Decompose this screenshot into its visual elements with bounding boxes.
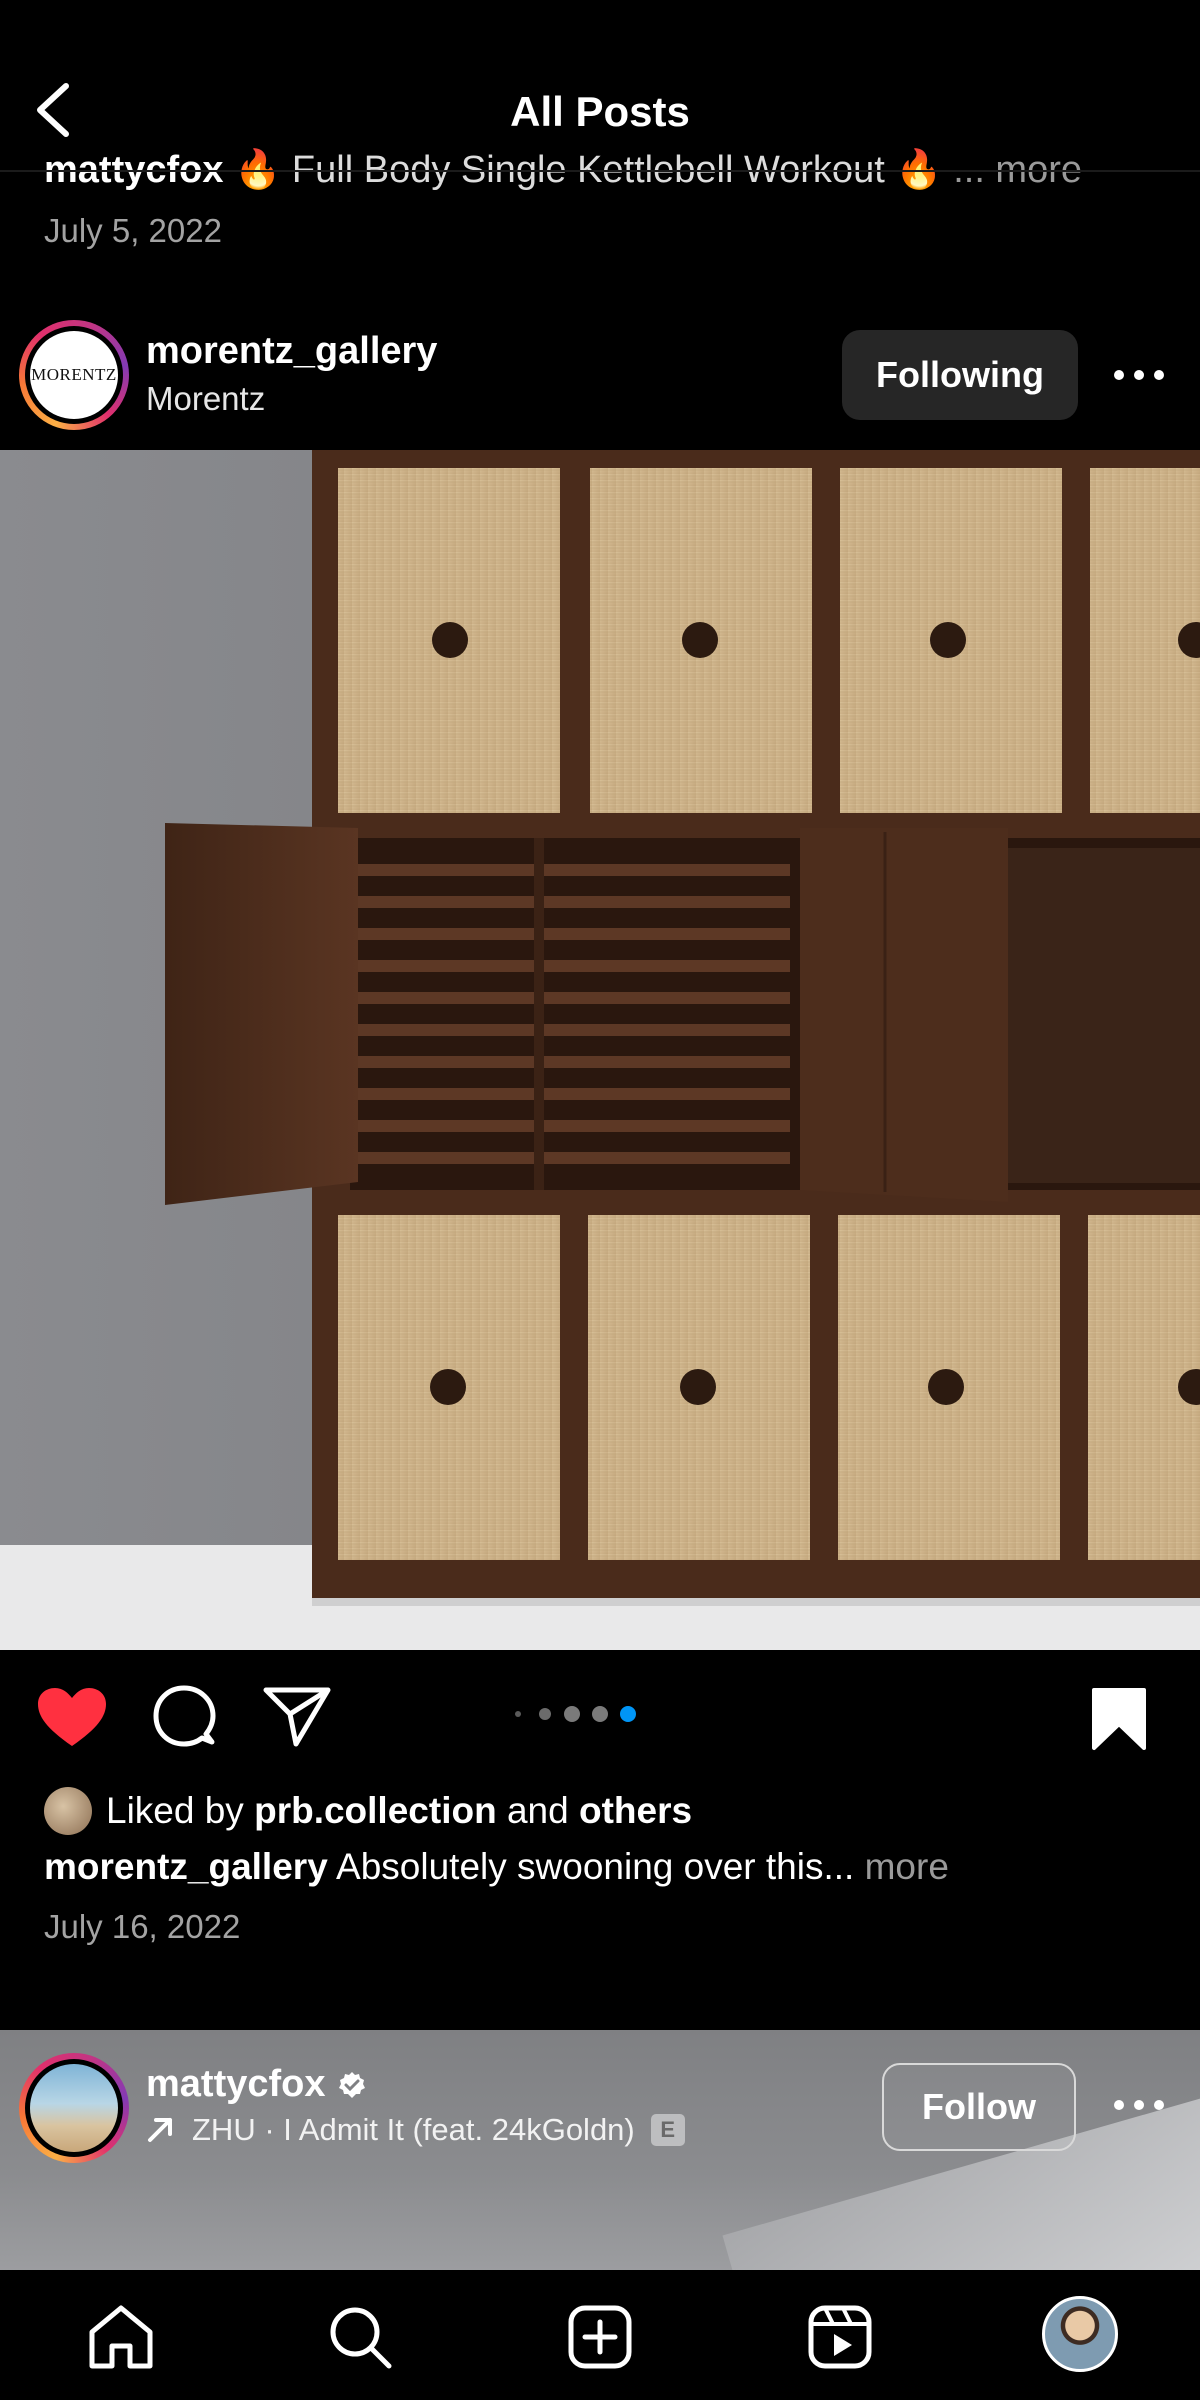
profile-avatar[interactable] — [1042, 2296, 1118, 2372]
search-icon[interactable] — [325, 2302, 395, 2372]
post-caption[interactable]: morentz_gallery Absolutely swooning over… — [44, 1846, 949, 1888]
following-button[interactable]: Following — [842, 330, 1078, 420]
likes-conjunction: and — [506, 1790, 569, 1831]
explicit-badge: E — [650, 2114, 685, 2146]
like-heart-icon[interactable] — [36, 1686, 108, 1750]
post-author-username[interactable]: morentz_gallery — [146, 330, 437, 373]
next-post-author-avatar[interactable] — [19, 2053, 129, 2163]
post-author-avatar[interactable]: MORENTZ — [19, 320, 129, 430]
previous-post-date: July 5, 2022 — [44, 212, 222, 249]
post-image[interactable] — [0, 450, 1200, 1650]
next-post-username-row[interactable]: mattycfox — [146, 2063, 366, 2106]
post-options-icon[interactable] — [1114, 367, 1164, 383]
likes-summary[interactable]: Liked by prb.collection and others — [44, 1786, 692, 1836]
liker-username[interactable]: prb.collection — [254, 1790, 497, 1832]
mattycfox-avatar-image — [30, 2064, 118, 2152]
post-date: July 16, 2022 — [44, 1908, 241, 1945]
create-post-icon[interactable] — [565, 2302, 635, 2372]
carousel-indicator — [515, 1706, 636, 1722]
cabinet-photo — [0, 450, 1200, 1650]
music-track-text[interactable]: ZHU · I Admit It (feat. 24kGoldn) — [192, 2112, 635, 2148]
comment-icon[interactable] — [152, 1684, 216, 1748]
caption-more-link[interactable]: more — [865, 1846, 949, 1887]
home-icon[interactable] — [86, 2302, 156, 2372]
verified-badge-icon — [338, 2071, 365, 2098]
morentz-logo: MORENTZ — [30, 331, 118, 419]
follow-button[interactable]: Follow — [882, 2063, 1076, 2151]
music-attribution[interactable]: ZHU · I Admit It (feat. 24kGoldn) E — [146, 2112, 685, 2148]
caption-text: Absolutely swooning over this... — [336, 1846, 855, 1887]
share-send-icon[interactable] — [262, 1686, 332, 1748]
saved-bookmark-icon[interactable] — [1090, 1686, 1148, 1752]
post-author-subtitle[interactable]: Morentz — [146, 380, 265, 418]
likes-prefix: Liked by — [106, 1790, 244, 1831]
likes-others-link[interactable]: others — [579, 1790, 692, 1832]
top-bar — [0, 0, 1200, 172]
liker-avatar[interactable] — [44, 1787, 92, 1835]
arrow-up-right-icon — [148, 2118, 172, 2142]
next-post-username[interactable]: mattycfox — [146, 2063, 326, 2106]
caption-username[interactable]: morentz_gallery — [44, 1846, 328, 1887]
next-post-options-icon[interactable] — [1114, 2097, 1164, 2113]
page-title: All Posts — [510, 88, 690, 135]
reels-icon[interactable] — [805, 2302, 875, 2372]
top-bar-divider — [0, 170, 1200, 172]
